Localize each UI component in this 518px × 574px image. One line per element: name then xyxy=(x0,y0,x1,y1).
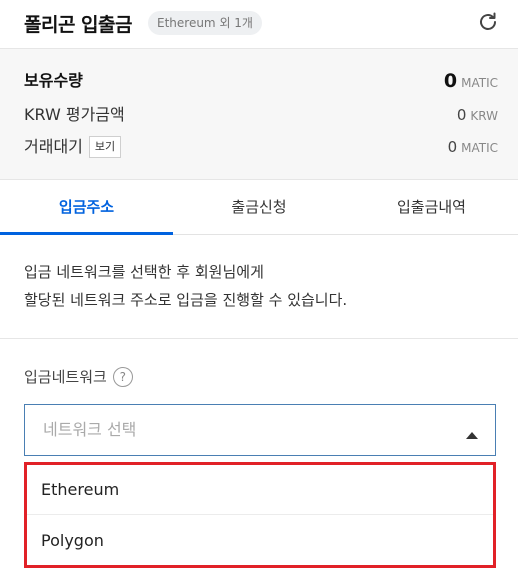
pending-label: 거래대기 xyxy=(24,137,83,156)
description-line-2: 할당된 네트워크 주소로 입금을 진행할 수 있습니다. xyxy=(24,291,348,309)
tab-deposit-address[interactable]: 입금주소 xyxy=(0,180,173,235)
pending-view-button[interactable]: 보기 xyxy=(88,136,122,158)
krw-amount: 0 KRW xyxy=(457,101,498,130)
krw-unit: KRW xyxy=(470,109,498,123)
pending-label-wrap: 거래대기 보기 xyxy=(24,133,122,161)
krw-row: KRW 평가금액 0 KRW xyxy=(24,101,498,129)
network-select-placeholder: 네트워크 선택 xyxy=(43,420,137,439)
krw-label: KRW 평가금액 xyxy=(24,105,125,124)
divider xyxy=(0,338,518,339)
holdings-label: 보유수량 xyxy=(24,71,83,90)
network-count-badge: Ethereum 외 1개 xyxy=(148,11,262,35)
holdings-amount: 0 MATIC xyxy=(444,67,498,97)
pending-row: 거래대기 보기 0 MATIC xyxy=(24,133,498,161)
description-line-1: 입금 네트워크를 선택한 후 회원님에게 xyxy=(24,263,264,281)
krw-value: 0 xyxy=(456,106,467,124)
pending-value: 0 xyxy=(447,138,458,156)
tab-bar: 입금주소 출금신청 입출금내역 xyxy=(0,180,518,235)
tab-withdraw-request[interactable]: 출금신청 xyxy=(173,180,345,234)
pending-unit: MATIC xyxy=(461,141,498,155)
holdings-value: 0 xyxy=(443,70,458,92)
refresh-icon[interactable] xyxy=(476,10,500,34)
header: 폴리곤 입출금 Ethereum 외 1개 xyxy=(0,0,518,49)
network-option-ethereum[interactable]: Ethereum xyxy=(27,465,493,515)
network-select[interactable]: 네트워크 선택 xyxy=(24,404,496,456)
network-options-list: Ethereum Polygon xyxy=(24,462,496,568)
tab-history[interactable]: 입출금내역 xyxy=(345,180,518,234)
caret-up-icon xyxy=(465,425,479,439)
network-label-row: 입금네트워크? xyxy=(24,366,133,388)
page-title: 폴리곤 입출금 xyxy=(24,14,133,36)
pending-amount: 0 MATIC xyxy=(448,133,498,162)
balance-panel: 보유수량 0 MATIC KRW 평가금액 0 KRW 거래대기 보기 0 MATIC xyxy=(0,49,518,180)
holdings-row: 보유수량 0 MATIC xyxy=(24,67,498,95)
network-option-polygon[interactable]: Polygon xyxy=(27,516,493,566)
network-label: 입금네트워크 xyxy=(24,368,107,386)
deposit-description: 입금 네트워크를 선택한 후 회원님에게 할당된 네트워크 주소로 입금을 진행… xyxy=(24,258,494,314)
holdings-unit: MATIC xyxy=(461,76,498,90)
help-icon[interactable]: ? xyxy=(112,367,133,387)
